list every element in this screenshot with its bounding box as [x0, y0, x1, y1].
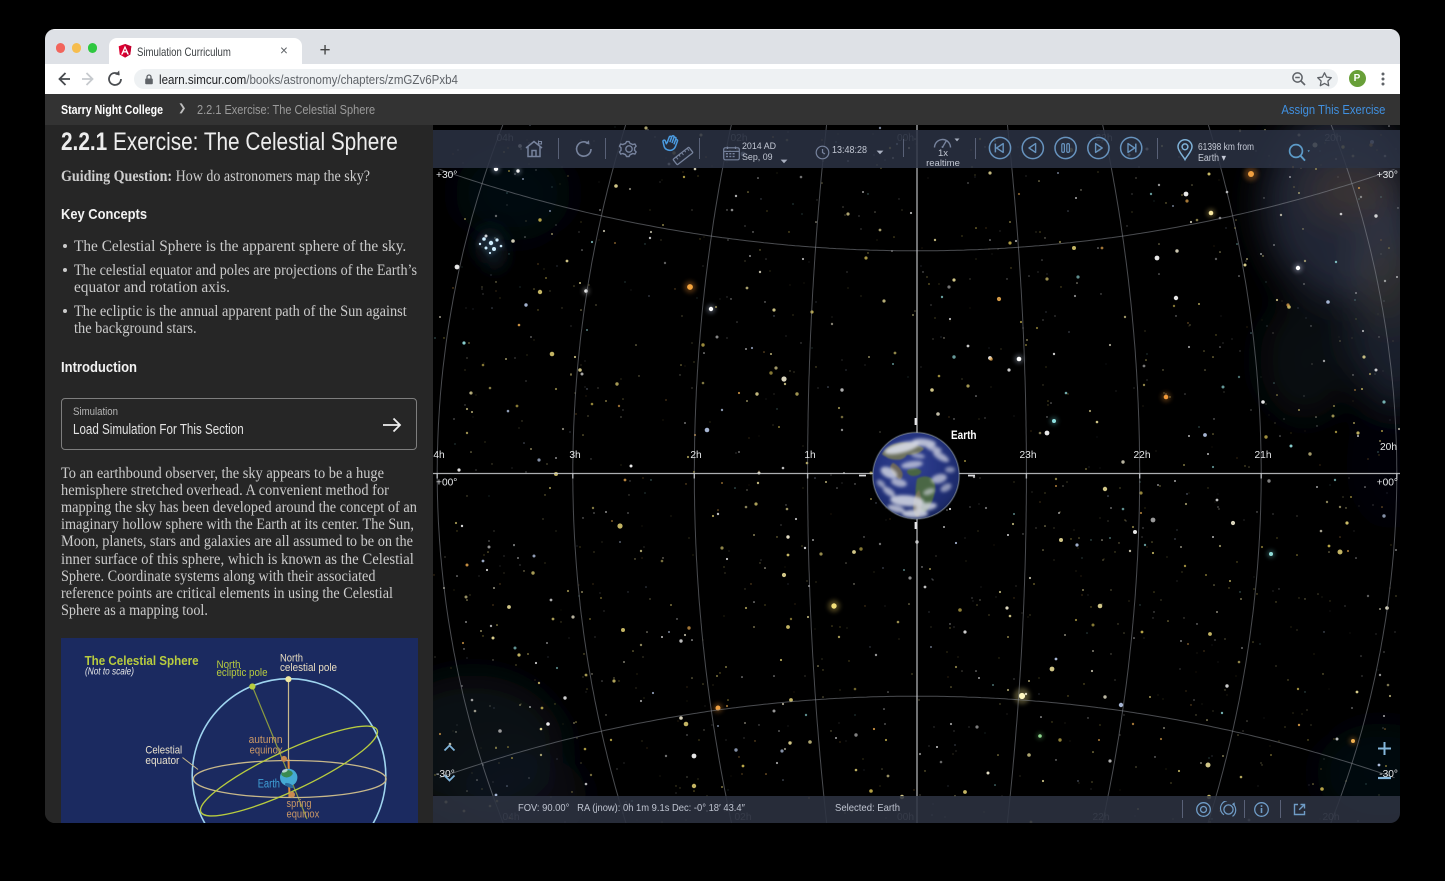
- svg-text:Earth: Earth: [258, 779, 280, 791]
- svg-text:22h: 22h: [1134, 450, 1151, 461]
- svg-text:20h: 20h: [1380, 442, 1397, 453]
- svg-text:2h: 2h: [690, 450, 701, 461]
- svg-text:4h: 4h: [433, 450, 444, 461]
- svg-text:(Not to scale): (Not to scale): [85, 667, 134, 678]
- svg-text:equinox: equinox: [250, 744, 283, 756]
- svg-text:3h: 3h: [569, 450, 580, 461]
- svg-text:celestial pole: celestial pole: [280, 662, 337, 674]
- svg-text:+30°: +30°: [436, 170, 457, 181]
- svg-text:equinox: equinox: [287, 809, 320, 821]
- svg-text:21h: 21h: [1255, 450, 1272, 461]
- svg-text:+00°: +00°: [1377, 478, 1398, 489]
- svg-text:Earth: Earth: [951, 430, 977, 442]
- svg-text:+00°: +00°: [436, 478, 457, 489]
- svg-text:1h: 1h: [804, 450, 815, 461]
- svg-text:ecliptic pole: ecliptic pole: [217, 667, 268, 679]
- svg-text:23h: 23h: [1020, 450, 1037, 461]
- svg-text:equator: equator: [145, 755, 179, 767]
- svg-text:+30°: +30°: [1377, 170, 1398, 181]
